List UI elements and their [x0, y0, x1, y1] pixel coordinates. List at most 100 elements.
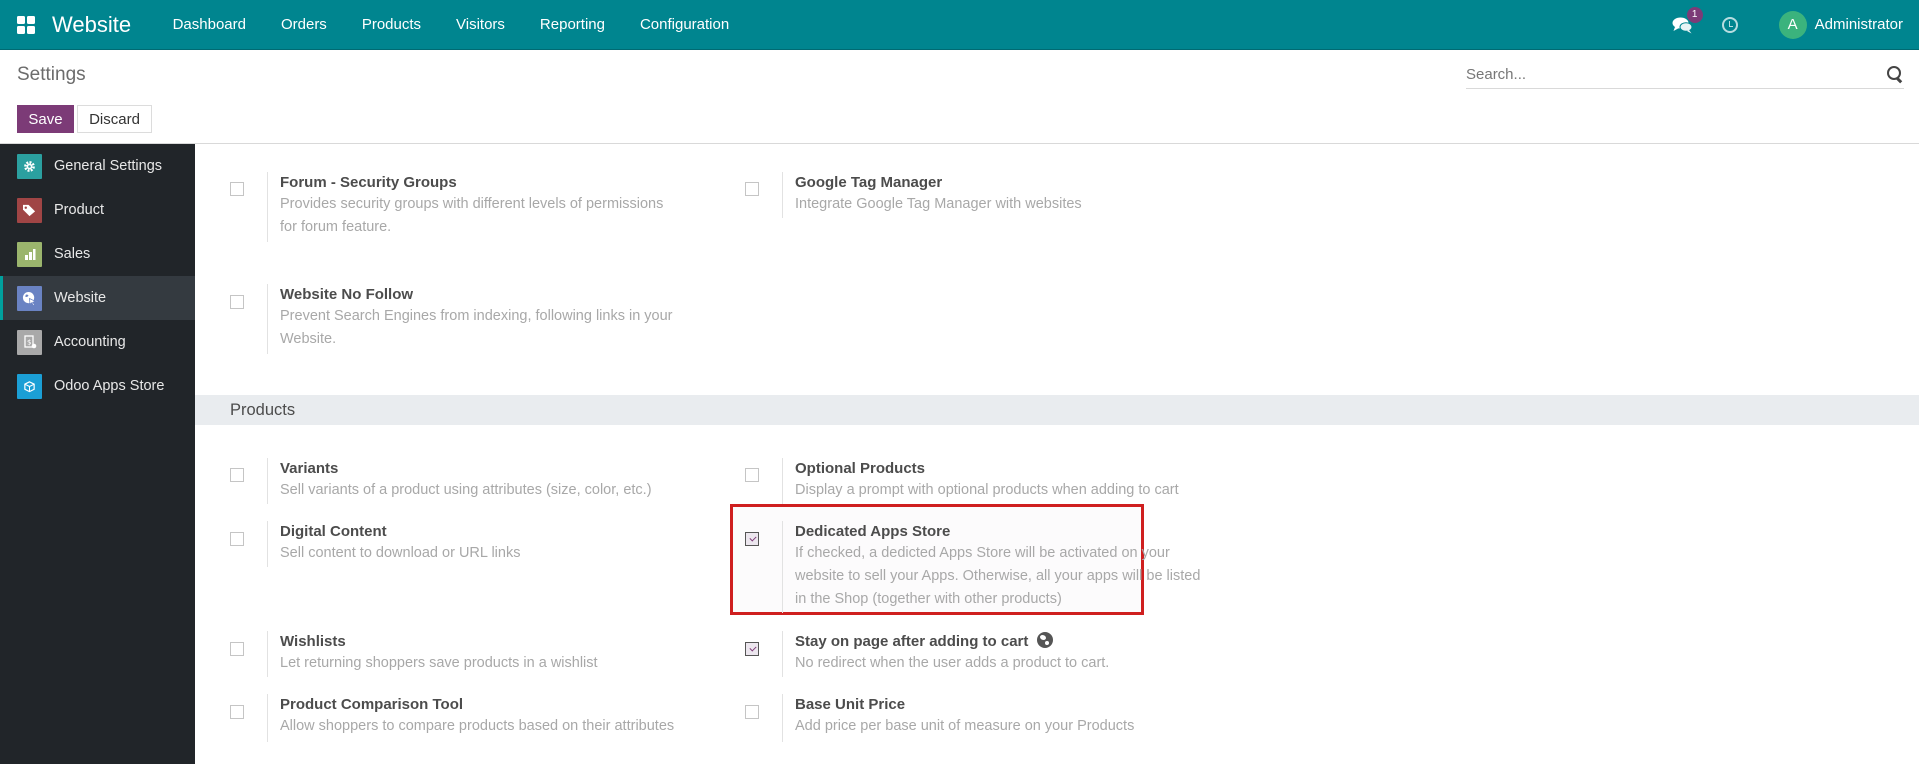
setting-google-tag-manager-info: Google Tag Manager Integrate Google Tag … — [782, 172, 1082, 218]
setting-title: Digital Content — [280, 523, 387, 540]
setting-description: website to sell your Apps. Otherwise, al… — [795, 568, 1201, 584]
checkbox-base-unit-price[interactable] — [745, 705, 759, 719]
menu-reporting[interactable]: Reporting — [522, 0, 622, 50]
setting-wishlists — [230, 604, 244, 656]
invoice-icon: $ — [17, 329, 42, 355]
setting-title: Dedicated Apps Store — [795, 523, 951, 540]
discard-button[interactable]: Discard — [77, 105, 152, 133]
setting-title-text: Stay on page after adding to cart — [795, 633, 1029, 650]
checkbox-digital-content[interactable] — [230, 532, 244, 546]
setting-description: Allow shoppers to compare products based… — [280, 718, 675, 734]
main-menu: Dashboard Orders Products Visitors Repor… — [155, 0, 747, 50]
setting-variants-info: Variants Sell variants of a product usin… — [267, 458, 652, 504]
setting-wishlists-info: Wishlists Let returning shoppers save pr… — [267, 631, 598, 677]
menu-orders[interactable]: Orders — [263, 0, 344, 50]
setting-optional-products-info: Optional Products Display a prompt with … — [782, 458, 1179, 504]
setting-title: Variants — [280, 460, 339, 477]
settings-sidebar: General Settings Product Sales Website $… — [0, 144, 195, 764]
setting-description: No redirect when the user adds a product… — [795, 655, 1110, 671]
setting-website-no-follow — [230, 257, 244, 309]
setting-description: Integrate Google Tag Manager with websit… — [795, 196, 1082, 212]
setting-stay-on-page-info: Stay on page after adding to cart No red… — [782, 631, 1109, 677]
tag-icon — [17, 197, 42, 223]
menu-dashboard[interactable]: Dashboard — [155, 0, 263, 50]
setting-description: Display a prompt with optional products … — [795, 482, 1179, 498]
setting-title: Stay on page after adding to cart — [795, 632, 1109, 652]
user-menu[interactable]: Administrator — [1815, 16, 1903, 33]
setting-title: Wishlists — [280, 633, 346, 650]
setting-description: If checked, a dedicted Apps Store will b… — [795, 545, 1170, 561]
menu-configuration[interactable]: Configuration — [622, 0, 746, 50]
app-menu-grid-icon[interactable] — [17, 15, 35, 34]
setting-description: for forum feature. — [280, 219, 392, 235]
setting-title: Forum - Security Groups — [280, 174, 457, 191]
checkbox-optional-products[interactable] — [745, 468, 759, 482]
sidebar-item-odoo-apps-store[interactable]: Odoo Apps Store — [0, 364, 195, 408]
navbar-systray: 1 A Administrator — [1672, 0, 1919, 50]
sidebar-item-product[interactable]: Product — [0, 188, 195, 232]
setting-forum-security-groups-info: Forum - Security Groups Provides securit… — [267, 172, 663, 242]
menu-products[interactable]: Products — [344, 0, 438, 50]
sidebar-item-sales[interactable]: Sales — [0, 232, 195, 276]
setting-title: Website No Follow — [280, 286, 414, 303]
menu-visitors[interactable]: Visitors — [439, 0, 523, 50]
settings-content: Forum - Security Groups Provides securit… — [195, 144, 1919, 764]
page-title: Settings — [17, 64, 86, 85]
sidebar-item-label: Odoo Apps Store — [54, 378, 165, 394]
search-icon[interactable] — [1886, 65, 1904, 83]
setting-google-tag-manager — [745, 144, 759, 196]
setting-description: Sell variants of a product using attribu… — [280, 482, 652, 498]
setting-description: Sell content to download or URL links — [280, 545, 521, 561]
search-input[interactable] — [1466, 65, 1886, 83]
sidebar-item-label: Website — [54, 290, 107, 306]
setting-title: Optional Products — [795, 460, 926, 477]
messages-badge: 1 — [1686, 6, 1703, 23]
setting-description: Add price per base unit of measure on yo… — [795, 718, 1135, 734]
setting-description: Provides security groups with different … — [280, 196, 664, 212]
svg-text:$: $ — [27, 339, 31, 347]
setting-digital-content — [230, 494, 244, 546]
setting-description: Website. — [280, 331, 337, 347]
chart-icon — [17, 241, 42, 267]
setting-optional-products — [745, 430, 759, 482]
setting-dedicated-apps-store — [745, 494, 759, 546]
setting-base-unit-price — [745, 667, 759, 719]
setting-description: Prevent Search Engines from indexing, fo… — [280, 308, 673, 324]
top-navbar: Website Dashboard Orders Products Visito… — [0, 0, 1919, 50]
sidebar-item-general-settings[interactable]: General Settings — [0, 144, 195, 188]
checkbox-wishlists[interactable] — [230, 642, 244, 656]
sidebar-item-label: General Settings — [54, 158, 163, 174]
search-bar — [1466, 60, 1904, 89]
sidebar-item-accounting[interactable]: $ Accounting — [0, 320, 195, 364]
checkbox-stay-on-page[interactable] — [745, 642, 759, 656]
sidebar-item-label: Product — [54, 202, 104, 218]
checkbox-product-comparison-tool[interactable] — [230, 705, 244, 719]
checkbox-google-tag-manager[interactable] — [745, 182, 759, 196]
setting-title: Base Unit Price — [795, 696, 906, 713]
sidebar-item-label: Sales — [54, 246, 91, 262]
setting-forum-security-groups — [230, 144, 244, 196]
messaging-button[interactable]: 1 — [1672, 6, 1703, 35]
checkbox-variants[interactable] — [230, 468, 244, 482]
checkbox-forum-security-groups[interactable] — [230, 182, 244, 196]
setting-variants — [230, 430, 244, 482]
globe-icon — [1036, 632, 1053, 648]
setting-base-unit-price-info: Base Unit Price Add price per base unit … — [782, 694, 1134, 742]
control-panel: Settings Save Discard — [0, 50, 1919, 144]
checkbox-dedicated-apps-store[interactable] — [745, 532, 759, 546]
setting-dedicated-apps-store-info: Dedicated Apps Store If checked, a dedic… — [782, 521, 1200, 613]
setting-product-comparison-tool-info: Product Comparison Tool Allow shoppers t… — [267, 694, 674, 742]
sidebar-item-label: Accounting — [54, 334, 126, 350]
gear-icon — [17, 153, 42, 179]
user-avatar[interactable]: A — [1778, 10, 1807, 39]
setting-website-no-follow-info: Website No Follow Prevent Search Engines… — [267, 284, 673, 354]
globe-cursor-icon — [17, 285, 42, 311]
setting-digital-content-info: Digital Content Sell content to download… — [267, 521, 520, 567]
checkbox-website-no-follow[interactable] — [230, 295, 244, 309]
save-button[interactable]: Save — [17, 105, 74, 133]
activity-clock-icon[interactable] — [1721, 16, 1738, 33]
setting-title: Google Tag Manager — [795, 174, 943, 191]
cube-icon — [17, 373, 42, 399]
app-title[interactable]: Website — [52, 12, 131, 38]
sidebar-item-website[interactable]: Website — [0, 276, 195, 320]
